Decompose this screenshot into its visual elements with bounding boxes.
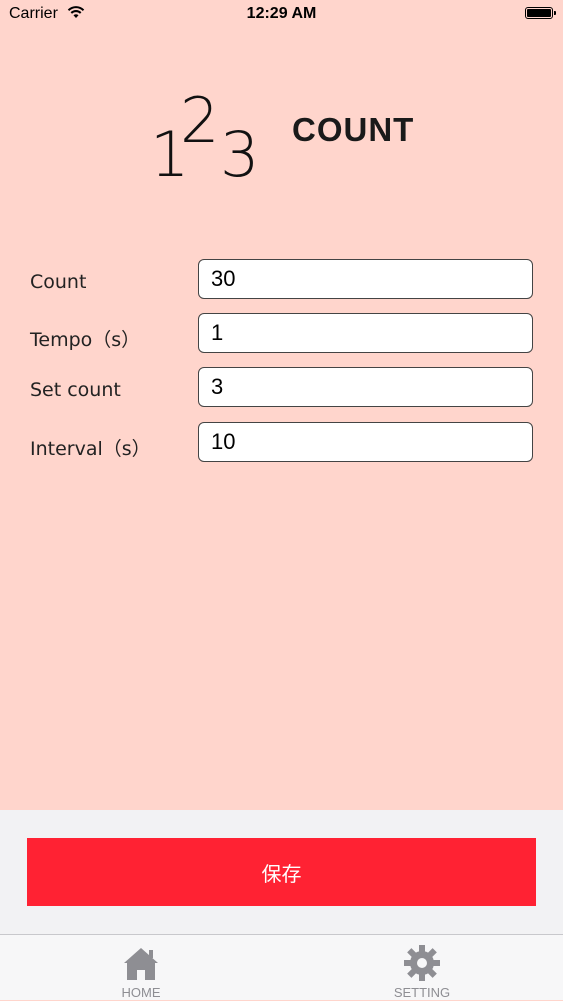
battery-icon <box>525 7 556 19</box>
interval-label: Interval（s） <box>30 438 151 460</box>
home-icon <box>124 948 158 980</box>
tab-bar: HOME SETTING <box>0 934 563 1000</box>
interval-input[interactable] <box>198 422 533 462</box>
count-input[interactable] <box>198 259 533 299</box>
logo-digit-2: 2 <box>180 84 219 157</box>
app-title: COUNT <box>292 111 415 148</box>
tab-setting-label: SETTING <box>393 985 451 1000</box>
tab-setting[interactable]: SETTING <box>352 935 492 1001</box>
logo-digit-3: 3 <box>220 118 259 185</box>
tempo-input[interactable] <box>198 313 533 353</box>
set-count-label: Set count <box>30 379 121 401</box>
tempo-label: Tempo（s） <box>30 329 141 351</box>
set-count-input[interactable] <box>198 367 533 407</box>
clock: 12:29 AM <box>246 5 317 22</box>
count-label: Count <box>30 271 87 293</box>
count-logo-icon: 1 2 3 <box>150 84 259 185</box>
form-row-count: Count <box>0 259 563 299</box>
tab-home[interactable]: HOME <box>71 935 211 1001</box>
status-bar: Carrier 12:29 AM <box>0 0 563 30</box>
form-row-tempo: Tempo（s） <box>0 313 563 353</box>
form-row-interval: Interval（s） <box>0 422 563 462</box>
gear-icon <box>404 945 440 981</box>
form-row-set-count: Set count <box>0 367 563 407</box>
save-button[interactable]: 保存 <box>27 838 536 906</box>
tab-home-label: HOME <box>121 985 161 1000</box>
